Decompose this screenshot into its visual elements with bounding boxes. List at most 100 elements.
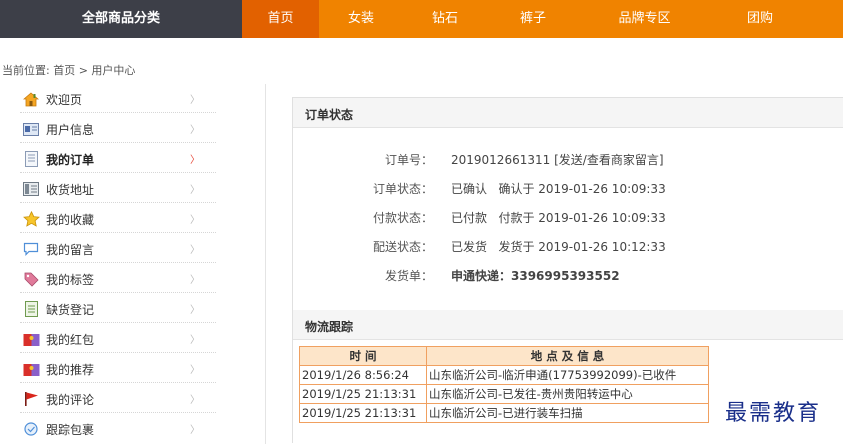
divider bbox=[20, 352, 216, 353]
sidebar-item-out-of-stock[interactable]: 缺货登记 〉 bbox=[12, 296, 217, 322]
sidebar-item-red-envelope[interactable]: 我的红包 〉 bbox=[12, 326, 217, 352]
sidebar-item-label: 欢迎页 bbox=[46, 92, 83, 107]
divider bbox=[20, 292, 216, 293]
divider bbox=[20, 112, 216, 113]
divider bbox=[20, 322, 216, 323]
view-merchant-message-link[interactable]: [发送/查看商家留言] bbox=[554, 153, 663, 167]
invoice-row: 发货单： 申通快递：3396995393552 bbox=[293, 267, 843, 287]
sidebar-item-tags[interactable]: 我的标签 〉 bbox=[12, 266, 217, 292]
notepad-icon bbox=[22, 301, 40, 317]
watermark-text: 最需教育 bbox=[725, 401, 822, 426]
sidebar-item-welcome[interactable]: 欢迎页 〉 bbox=[12, 86, 217, 112]
address-book-icon bbox=[22, 181, 40, 197]
row-time: 2019/1/25 21:13:31 bbox=[299, 403, 427, 423]
tag-icon bbox=[22, 271, 40, 287]
row-info: 山东临沂公司-已进行装车扫描 bbox=[426, 403, 709, 423]
chevron-right-icon: 〉 bbox=[190, 335, 200, 346]
chevron-right-icon: 〉 bbox=[190, 95, 200, 106]
star-icon bbox=[22, 211, 40, 227]
speech-bubble-icon bbox=[22, 241, 40, 257]
sidebar-item-my-orders[interactable]: 我的订单 〉 bbox=[12, 146, 217, 172]
sidebar-divider bbox=[265, 84, 266, 444]
payment-status-value: 已付款 付款于 2019-01-26 10:09:33 bbox=[451, 211, 666, 225]
sidebar-item-address[interactable]: 收货地址 〉 bbox=[12, 176, 217, 202]
logistics-header: 物流跟踪 bbox=[293, 310, 843, 340]
sidebar-item-user-info[interactable]: 用户信息 〉 bbox=[12, 116, 217, 142]
sidebar-item-label: 用户信息 bbox=[46, 122, 95, 137]
chevron-right-icon: 〉 bbox=[190, 215, 200, 226]
shipping-status-value: 已发货 发货于 2019-01-26 10:12:33 bbox=[451, 240, 666, 254]
nav-brand-zone[interactable]: 品牌专区 bbox=[579, 0, 710, 38]
red-envelope-icon bbox=[22, 331, 40, 347]
row-time: 2019/1/26 8:56:24 bbox=[299, 365, 427, 385]
package-icon bbox=[22, 421, 40, 437]
logistics-table: 时 间 地 点 及 信 息 2019/1/26 8:56:24 山东临沂公司-临… bbox=[299, 346, 709, 423]
column-header-info: 地 点 及 信 息 bbox=[426, 346, 709, 366]
column-header-time: 时 间 bbox=[299, 346, 427, 366]
order-status-row: 订单状态： 已确认 确认于 2019-01-26 10:09:33 bbox=[293, 180, 843, 200]
chevron-right-icon: 〉 bbox=[190, 245, 200, 256]
order-detail-panel: 订单状态 订单号： 2019012661311 [发送/查看商家留言] 订单状态… bbox=[292, 97, 843, 443]
nav-group-buy[interactable]: 团购 bbox=[710, 0, 810, 38]
sidebar-item-label: 缺货登记 bbox=[46, 302, 95, 317]
table-row: 2019/1/26 8:56:24 山东临沂公司-临沂申通(1775399209… bbox=[299, 365, 709, 385]
order-number-label: 订单号： bbox=[384, 153, 433, 167]
chevron-right-icon: 〉 bbox=[190, 125, 200, 136]
sidebar-item-comments[interactable]: 我的评论 〉 bbox=[12, 386, 217, 412]
sidebar-item-label: 我的红包 bbox=[46, 332, 95, 347]
chevron-right-icon: 〉 bbox=[190, 305, 200, 316]
row-info: 山东临沂公司-已发往-贵州贵阳转运中心 bbox=[426, 384, 709, 404]
chevron-right-icon: 〉 bbox=[190, 365, 200, 376]
sidebar-item-track-package[interactable]: 跟踪包裹 〉 bbox=[12, 416, 217, 442]
invoice-value: 申通快递：3396995393552 bbox=[451, 269, 620, 283]
sidebar-item-favorites[interactable]: 我的收藏 〉 bbox=[12, 206, 217, 232]
order-number: 2019012661311 bbox=[451, 153, 551, 167]
invoice-value-wrap: 申通快递：3396995393552 bbox=[451, 267, 620, 284]
sidebar-item-label: 我的订单 bbox=[46, 152, 95, 167]
nav-home[interactable]: 首页 bbox=[242, 0, 319, 38]
chevron-right-icon: 〉 bbox=[190, 185, 200, 196]
order-number-value: 2019012661311 [发送/查看商家留言] bbox=[451, 151, 664, 168]
divider bbox=[20, 202, 216, 203]
nav-diamond[interactable]: 钻石 bbox=[403, 0, 487, 38]
nav-pants[interactable]: 裤子 bbox=[487, 0, 579, 38]
order-status-label: 订单状态： bbox=[372, 182, 433, 196]
chevron-right-icon: 〉 bbox=[190, 395, 200, 406]
nav-womens-clothing[interactable]: 女装 bbox=[319, 0, 403, 38]
top-nav-bar: 全部商品分类 首页 女装 钻石 裤子 品牌专区 团购 bbox=[0, 0, 843, 38]
sidebar-item-label: 我的留言 bbox=[46, 242, 95, 257]
divider bbox=[20, 262, 216, 263]
divider bbox=[20, 232, 216, 233]
sidebar-item-label: 收货地址 bbox=[46, 182, 95, 197]
table-row: 2019/1/25 21:13:31 山东临沂公司-已进行装车扫描 bbox=[299, 403, 709, 423]
table-header-row: 时 间 地 点 及 信 息 bbox=[299, 346, 709, 366]
payment-status-label: 付款状态： bbox=[372, 211, 433, 225]
section-title: 物流跟踪 bbox=[305, 320, 354, 334]
table-row: 2019/1/25 21:13:31 山东临沂公司-已发往-贵州贵阳转运中心 bbox=[299, 384, 709, 404]
chevron-right-icon: 〉 bbox=[190, 155, 200, 166]
chevron-right-icon: 〉 bbox=[190, 275, 200, 286]
house-icon bbox=[22, 91, 40, 107]
order-status-header: 订单状态 bbox=[293, 98, 843, 128]
all-categories-button[interactable]: 全部商品分类 bbox=[0, 0, 242, 38]
sidebar-item-recommend[interactable]: 我的推荐 〉 bbox=[12, 356, 217, 382]
shipping-status-label: 配送状态： bbox=[372, 240, 433, 254]
divider bbox=[20, 382, 216, 383]
payment-status-row: 付款状态： 已付款 付款于 2019-01-26 10:09:33 bbox=[293, 209, 843, 229]
document-icon bbox=[22, 151, 40, 167]
sidebar-item-label: 跟踪包裹 bbox=[46, 422, 95, 437]
invoice-label: 发货单： bbox=[384, 269, 433, 283]
order-status-value: 已确认 确认于 2019-01-26 10:09:33 bbox=[451, 182, 666, 196]
divider bbox=[20, 142, 216, 143]
section-title: 订单状态 bbox=[305, 108, 354, 122]
recommend-icon bbox=[22, 361, 40, 377]
row-info: 山东临沂公司-临沂申通(17753992099)-已收件 bbox=[426, 365, 709, 385]
divider bbox=[20, 172, 216, 173]
divider bbox=[20, 412, 216, 413]
shipping-status-row: 配送状态： 已发货 发货于 2019-01-26 10:12:33 bbox=[293, 238, 843, 258]
id-card-icon bbox=[22, 121, 40, 137]
sidebar-item-label: 我的标签 bbox=[46, 272, 95, 287]
sidebar-item-messages[interactable]: 我的留言 〉 bbox=[12, 236, 217, 262]
sidebar-item-label: 我的收藏 bbox=[46, 212, 95, 227]
sidebar-item-label: 我的评论 bbox=[46, 392, 95, 407]
